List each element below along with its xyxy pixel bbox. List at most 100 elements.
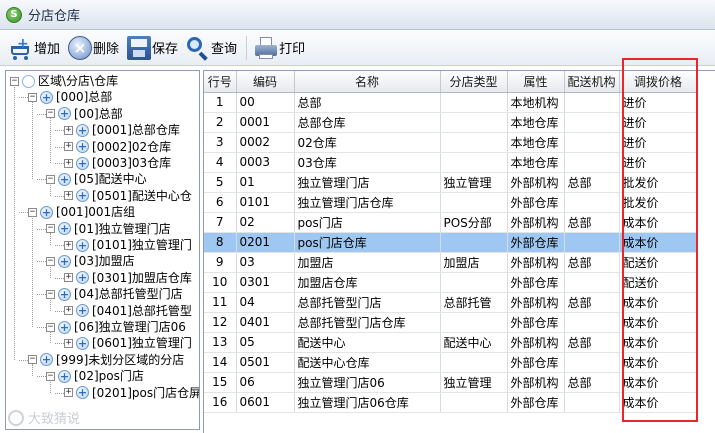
table-cell[interactable]: 总部 — [564, 332, 620, 353]
expand-icon[interactable]: + — [64, 273, 73, 283]
table-row[interactable]: 15 06 独立管理门店06 独立管理 外部机构 总部 成本价 — [204, 372, 698, 393]
tree-node[interactable]: + + [0002]02仓库 — [64, 139, 171, 155]
table-cell[interactable]: 加盟店 — [440, 252, 508, 273]
table-cell[interactable]: 本地仓库 — [507, 112, 565, 133]
table-cell[interactable]: 0003 — [236, 152, 295, 173]
table-cell[interactable]: 外部机构 — [507, 372, 565, 393]
row-number-cell[interactable]: 12 — [204, 312, 237, 333]
row-number-cell[interactable]: 2 — [204, 112, 237, 133]
table-cell[interactable]: 总部 — [564, 172, 620, 193]
tree-node[interactable]: − + [02]pos门店 — [46, 368, 144, 384]
table-cell[interactable]: 配送中心仓库 — [294, 352, 441, 373]
table-cell[interactable] — [440, 232, 508, 253]
row-number-cell[interactable]: 6 — [204, 192, 237, 213]
column-header[interactable]: 属性 — [507, 71, 565, 93]
tree-node[interactable]: + + [0401]总部托管型 — [64, 303, 192, 319]
print-button[interactable]: 打印 — [251, 33, 308, 63]
table-row[interactable]: 16 0601 独立管理门店06仓库 外部仓库 成本价 — [204, 392, 698, 413]
table-cell[interactable]: 外部机构 — [507, 212, 565, 233]
tree-node[interactable]: − + [05]配送中心 — [46, 171, 147, 187]
tree-node[interactable]: − + [03]加盟店 — [46, 253, 135, 269]
tree-node[interactable]: − + [06]独立管理门店06 — [46, 319, 186, 335]
tree-node[interactable]: − + [01]独立管理门店 — [46, 221, 171, 237]
tree-node[interactable]: + + [0301]加盟店仓库 — [64, 270, 192, 286]
table-cell[interactable] — [564, 232, 620, 253]
save-button[interactable]: 保存 — [124, 33, 181, 63]
table-cell[interactable]: 总部 — [564, 212, 620, 233]
table-cell[interactable] — [440, 352, 508, 373]
table-cell[interactable] — [440, 112, 508, 133]
expand-icon[interactable]: + — [64, 240, 73, 250]
expand-icon[interactable]: + — [64, 142, 73, 152]
column-header[interactable]: 调拨价格 — [619, 71, 698, 93]
table-cell[interactable]: 03仓库 — [294, 152, 441, 173]
tree-node[interactable]: + + [0601]独立管理门 — [64, 335, 192, 351]
table-cell[interactable]: 成本价 — [619, 232, 698, 253]
expand-icon[interactable]: + — [64, 388, 73, 398]
table-cell[interactable]: 03 — [236, 252, 295, 273]
table-cell[interactable]: 进价 — [619, 112, 698, 133]
table-cell[interactable]: 成本价 — [619, 392, 698, 413]
table-cell[interactable]: 外部仓库 — [507, 232, 565, 253]
table-cell[interactable]: 总部托管型门店 — [294, 292, 441, 313]
table-cell[interactable]: 成本价 — [619, 212, 698, 233]
table-row[interactable]: 2 0001 总部仓库 本地仓库 进价 — [204, 112, 698, 133]
table-cell[interactable] — [564, 152, 620, 173]
row-number-cell[interactable]: 11 — [204, 292, 237, 313]
expand-icon[interactable]: + — [64, 306, 73, 316]
table-row[interactable]: 10 0301 加盟店仓库 外部仓库 配送价 — [204, 272, 698, 293]
table-cell[interactable]: 0201 — [236, 232, 295, 253]
add-button[interactable]: + 增加 — [6, 33, 63, 63]
table-row[interactable]: 1 00 总部 本地机构 进价 — [204, 92, 698, 113]
table-cell[interactable]: 0301 — [236, 272, 295, 293]
table-cell[interactable]: 外部仓库 — [507, 352, 565, 373]
table-cell[interactable] — [440, 132, 508, 153]
tree-node[interactable]: + + [0201]pos门店仓屏 — [64, 385, 199, 401]
table-cell[interactable]: 独立管理门店 — [294, 172, 441, 193]
table-cell[interactable]: 本地机构 — [507, 92, 565, 113]
table-cell[interactable]: 配送中心 — [440, 332, 508, 353]
table-row[interactable]: 6 0101 独立管理门店仓库 外部仓库 批发价 — [204, 192, 698, 213]
tree-node[interactable]: + + [0501]配送中心仓 — [64, 188, 192, 204]
tree-node[interactable]: + + [0101]独立管理门 — [64, 237, 192, 253]
table-cell[interactable] — [440, 152, 508, 173]
row-number-cell[interactable]: 15 — [204, 372, 237, 393]
table-cell[interactable]: 外部仓库 — [507, 272, 565, 293]
table-cell[interactable]: 0002 — [236, 132, 295, 153]
query-button[interactable]: 查询 — [183, 33, 240, 63]
table-cell[interactable]: 总部 — [294, 92, 441, 113]
table-cell[interactable]: 加盟店 — [294, 252, 441, 273]
expand-icon[interactable]: + — [64, 158, 73, 168]
table-cell[interactable]: 成本价 — [619, 292, 698, 313]
table-cell[interactable]: 成本价 — [619, 372, 698, 393]
table-cell[interactable]: 配送价 — [619, 252, 698, 273]
table-cell[interactable]: 进价 — [619, 132, 698, 153]
row-number-cell[interactable]: 13 — [204, 332, 237, 353]
table-cell[interactable] — [564, 112, 620, 133]
table-row[interactable]: 7 02 pos门店 POS分部 外部机构 总部 成本价 — [204, 212, 698, 233]
table-cell[interactable]: 外部机构 — [507, 332, 565, 353]
table-cell[interactable] — [440, 312, 508, 333]
tree-node[interactable]: − + [000]总部 — [28, 89, 112, 105]
delete-button[interactable]: × 删除 — [65, 33, 122, 63]
table-cell[interactable]: 06 — [236, 372, 295, 393]
table-row[interactable]: 11 04 总部托管型门店 总部托管 外部机构 总部 成本价 — [204, 292, 698, 313]
table-row[interactable]: 12 0401 总部托管型门店仓库 外部仓库 成本价 — [204, 312, 698, 333]
tree-node[interactable]: − + [001]001店组 — [28, 204, 135, 220]
table-cell[interactable]: 04 — [236, 292, 295, 313]
table-row[interactable]: 4 0003 03仓库 本地仓库 进价 — [204, 152, 698, 173]
tree-node[interactable]: − + [04]总部托管型门店 — [46, 286, 183, 302]
table-cell[interactable] — [564, 92, 620, 113]
table-row[interactable]: 13 05 配送中心 配送中心 外部机构 总部 成本价 — [204, 332, 698, 353]
table-cell[interactable]: 独立管理门店06 — [294, 372, 441, 393]
table-cell[interactable] — [564, 192, 620, 213]
table-cell[interactable]: 本地仓库 — [507, 152, 565, 173]
expand-icon[interactable]: + — [64, 191, 73, 201]
table-cell[interactable]: 外部仓库 — [507, 312, 565, 333]
table-cell[interactable]: 外部仓库 — [507, 192, 565, 213]
row-number-cell[interactable]: 9 — [204, 252, 237, 273]
table-cell[interactable]: 总部托管型门店仓库 — [294, 312, 441, 333]
row-number-cell[interactable]: 5 — [204, 172, 237, 193]
table-cell[interactable]: pos门店 — [294, 212, 441, 233]
table-cell[interactable]: 总部 — [564, 252, 620, 273]
